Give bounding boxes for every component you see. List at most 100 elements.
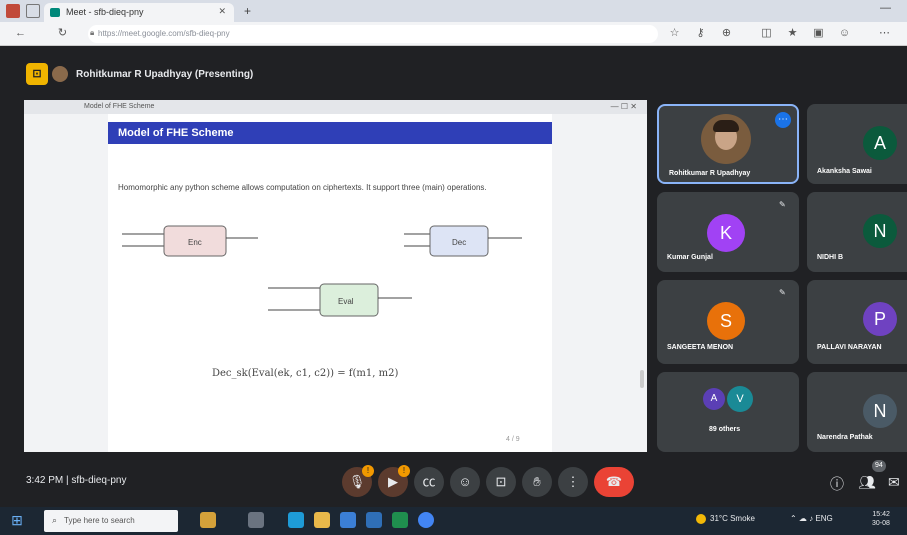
- mic-warning-badge: !: [362, 465, 374, 477]
- participant-name: Rohitkumar R Upadhyay: [669, 170, 751, 177]
- mic-off-icon: ✎: [779, 288, 786, 297]
- reload-icon[interactable]: ↻: [56, 27, 69, 40]
- avatar: P: [863, 302, 897, 336]
- browser-menu-icon[interactable]: ⋯: [878, 27, 891, 40]
- camera-warning-badge: !: [398, 465, 410, 477]
- extensions-icon[interactable]: ⊕: [720, 27, 733, 40]
- excel-icon[interactable]: [392, 512, 408, 528]
- slide: Model of FHE Scheme Homomorphic any pyth…: [108, 114, 552, 452]
- participant-name: Narendra Pathak: [817, 434, 873, 441]
- more-options-icon[interactable]: ⋯: [775, 112, 791, 128]
- enc-box-group: Enc: [122, 225, 258, 257]
- chrome-icon[interactable]: [418, 512, 434, 528]
- mic-button[interactable]: 🎙︎!: [342, 465, 374, 497]
- meeting-code: sfb-dieq-pny: [71, 475, 127, 486]
- eval-box-label: Eval: [338, 297, 354, 306]
- tab-title: Meet - sfb-dieq-pny: [66, 7, 144, 17]
- browser-toolbar: ← ↻ 🔒︎ https://meet.google.com/sfb-dieq-…: [0, 22, 907, 46]
- window-menu-icon[interactable]: [6, 4, 20, 18]
- browser-tab-strip: Meet - sfb-dieq-pny ✕ + —: [0, 0, 907, 22]
- raise-hand-button[interactable]: ✋︎: [522, 467, 552, 497]
- avatar: A: [863, 126, 897, 160]
- emoji-button[interactable]: ☺: [450, 467, 480, 497]
- address-bar[interactable]: 🔒︎ https://meet.google.com/sfb-dieq-pny: [88, 25, 658, 43]
- file-explorer-icon[interactable]: [314, 512, 330, 528]
- split-screen-icon[interactable]: ◫: [760, 27, 773, 40]
- weather-icon: [696, 514, 706, 524]
- windows-start-icon[interactable]: ⊞: [8, 511, 26, 529]
- mail-icon[interactable]: [366, 512, 382, 528]
- new-tab-button[interactable]: +: [244, 4, 251, 18]
- participant-tile[interactable]: N Narendra Pathak: [807, 372, 907, 452]
- key-icon[interactable]: ⚷: [694, 27, 707, 40]
- minimize-button[interactable]: —: [880, 2, 891, 14]
- shared-scrollbar[interactable]: [640, 370, 644, 388]
- address-url: https://meet.google.com/sfb-dieq-pny: [98, 29, 230, 38]
- chat-icon[interactable]: ✉︎: [888, 474, 900, 491]
- browser-tab[interactable]: Meet - sfb-dieq-pny ✕: [44, 3, 234, 22]
- people-icon[interactable]: 👥︎: [858, 474, 876, 491]
- more-options-button[interactable]: ⋮: [558, 467, 588, 497]
- participant-tile[interactable]: ⋯ Rohitkumar R Upadhyay: [657, 104, 799, 184]
- present-icon: ⊡: [26, 63, 48, 85]
- tab-close-icon[interactable]: ✕: [218, 6, 226, 17]
- avatar: A: [703, 388, 725, 410]
- participant-name: Kumar Gunjal: [667, 254, 713, 261]
- presenting-label: Rohitkumar R Upadhyay (Presenting): [76, 69, 254, 80]
- presenter-avatar: [52, 66, 68, 82]
- avatar: K: [707, 214, 745, 252]
- avatar: S: [707, 302, 745, 340]
- participant-tile[interactable]: A Akanksha Sawai: [807, 104, 907, 184]
- participant-tile[interactable]: P PALLAVI NARAYAN: [807, 280, 907, 364]
- shared-window-title: Model of FHE Scheme: [84, 103, 155, 110]
- bookmark-icon[interactable]: ☆: [668, 27, 681, 40]
- mic-off-icon: ✎: [779, 200, 786, 209]
- search-icon: ⌕: [52, 515, 58, 525]
- meeting-time: 3:42 PM: [26, 475, 64, 486]
- slide-page-number: 4 / 9: [506, 436, 520, 443]
- slide-formula: Dec_sk(Eval(ek, c1, c2)) = f(m1, m2): [212, 368, 399, 379]
- participant-name: 89 others: [709, 426, 741, 433]
- meet-favicon-icon: [50, 8, 60, 17]
- weather-text[interactable]: 31°C Smoke: [710, 514, 755, 523]
- widgets-icon[interactable]: [200, 512, 216, 528]
- taskbar-clock[interactable]: 15:42 30-08: [872, 510, 890, 528]
- captions-button[interactable]: ㏄: [414, 467, 444, 497]
- participant-tile[interactable]: A V 89 others: [657, 372, 799, 452]
- dec-box-group: Dec: [404, 225, 522, 257]
- clock-time: 15:42: [872, 511, 890, 518]
- participant-tile[interactable]: ✎ K Kumar Gunjal: [657, 192, 799, 272]
- avatar: N: [863, 394, 897, 428]
- present-button[interactable]: ⊡: [486, 467, 516, 497]
- taskbar-search-input[interactable]: Type here to search: [44, 510, 178, 532]
- slide-body-text: Homomorphic any python scheme allows com…: [118, 183, 487, 192]
- enc-box-label: Enc: [188, 238, 202, 247]
- store-icon[interactable]: [340, 512, 356, 528]
- favorites-icon[interactable]: ★: [786, 27, 799, 40]
- avatar: N: [863, 214, 897, 248]
- edge-icon[interactable]: [288, 512, 304, 528]
- eval-box-group: Eval: [268, 283, 412, 317]
- fhe-diagram: Enc Dec Eval: [122, 225, 522, 317]
- participant-name: Akanksha Sawai: [817, 168, 872, 175]
- hair-icon: [713, 120, 739, 132]
- participant-tile[interactable]: N NIDHI B: [807, 192, 907, 272]
- task-view-icon[interactable]: [248, 512, 264, 528]
- shared-window-bar: Model of FHE Scheme — ☐ ✕: [24, 100, 647, 114]
- tab-actions-icon[interactable]: [26, 4, 40, 18]
- camera-button[interactable]: ▶︎!: [378, 465, 410, 497]
- slide-title: Model of FHE Scheme: [108, 122, 552, 144]
- avatar: [701, 114, 751, 164]
- participant-count-badge: 94: [872, 460, 886, 472]
- participant-name: SANGEETA MENON: [667, 344, 734, 351]
- shared-screen: Model of FHE Scheme — ☐ ✕ Model of FHE S…: [24, 100, 647, 452]
- participant-tile[interactable]: ✎ S SANGEETA MENON: [657, 280, 799, 364]
- leave-call-button[interactable]: ☎︎: [594, 467, 634, 497]
- profile-icon[interactable]: ☺: [838, 27, 851, 40]
- back-icon[interactable]: ←: [14, 27, 27, 40]
- shared-window-controls: — ☐ ✕: [610, 102, 637, 111]
- participant-name: NIDHI B: [817, 254, 844, 261]
- system-tray-icons[interactable]: ⌃ ☁︎ ♪ ENG: [790, 514, 833, 523]
- collections-icon[interactable]: ▣: [812, 27, 825, 40]
- info-icon[interactable]: ⓘ: [830, 474, 844, 494]
